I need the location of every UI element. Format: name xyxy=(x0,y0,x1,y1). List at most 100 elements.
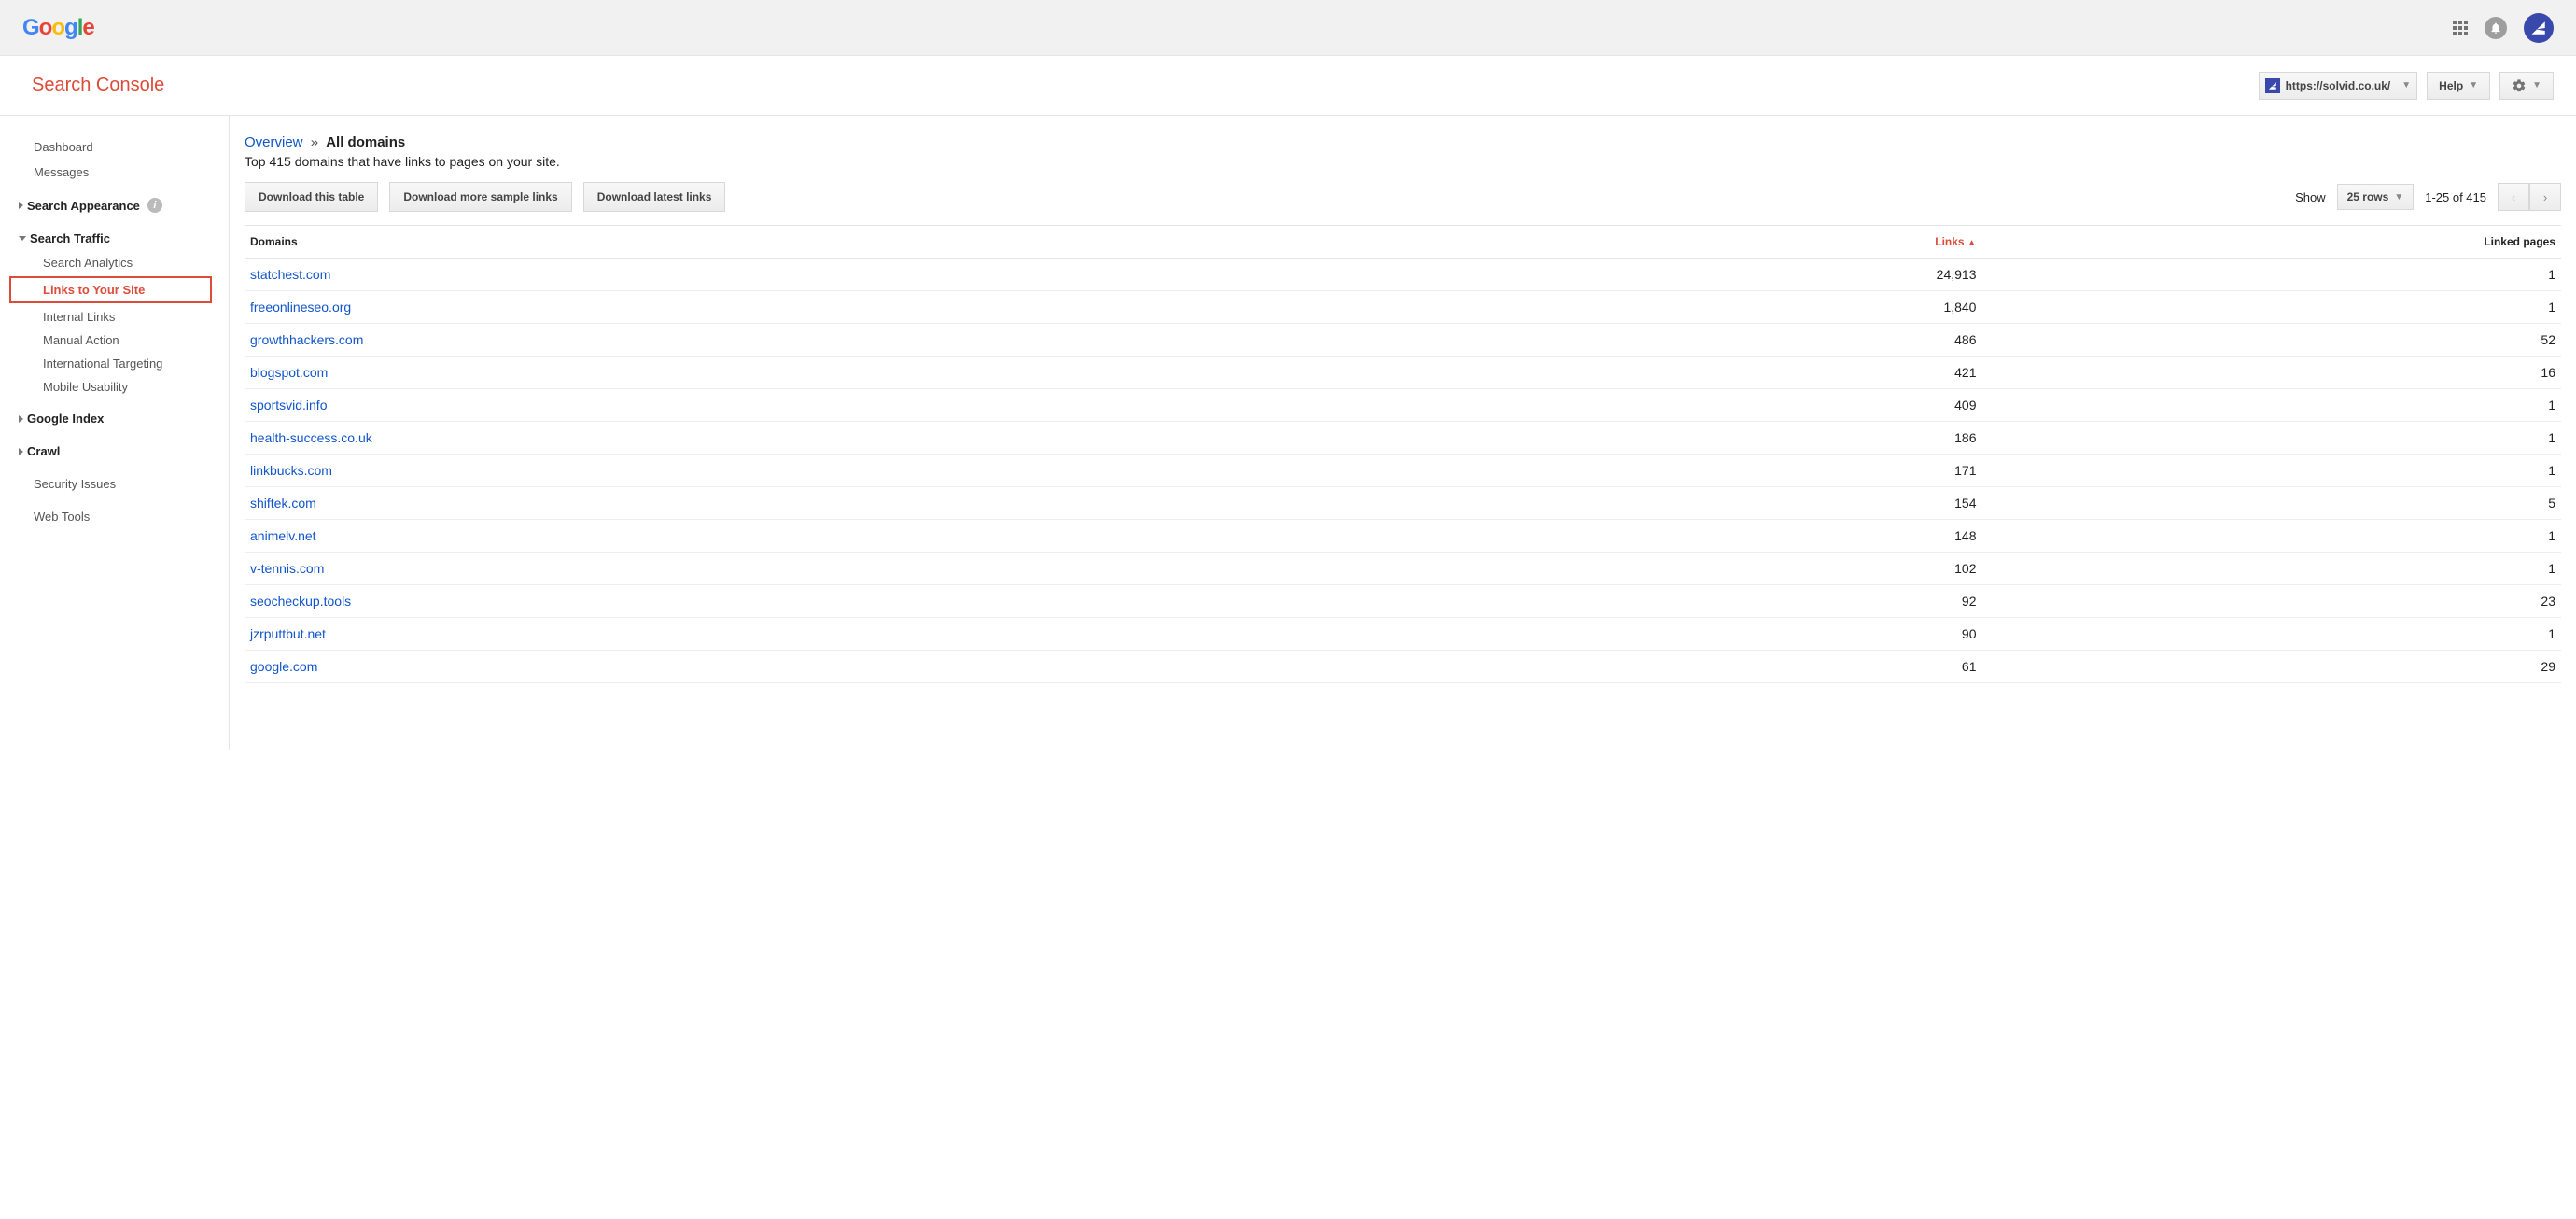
page-title: Search Console xyxy=(32,75,164,96)
settings-button[interactable]: ▼ xyxy=(2499,72,2554,100)
apps-grid-icon[interactable] xyxy=(2453,21,2468,35)
cell-links: 24,913 xyxy=(1519,259,1981,291)
breadcrumb: Overview » All domains xyxy=(245,134,2561,150)
col-header-domains[interactable]: Domains xyxy=(245,226,1519,259)
chevron-down-icon: ▼ xyxy=(2394,192,2403,203)
cell-pages: 1 xyxy=(1981,291,2561,324)
cell-domain: sportsvid.info xyxy=(245,389,1519,422)
domain-link[interactable]: statchest.com xyxy=(250,267,330,282)
site-favicon-icon xyxy=(2265,78,2280,93)
rows-value: 25 rows xyxy=(2347,190,2389,203)
avatar[interactable] xyxy=(2524,13,2554,43)
domain-link[interactable]: shiftek.com xyxy=(250,496,316,511)
chevron-left-icon: ‹ xyxy=(2512,190,2515,204)
rows-per-page-selector[interactable]: 25 rows ▼ xyxy=(2337,184,2415,210)
cell-links: 409 xyxy=(1519,389,1981,422)
domain-link[interactable]: freeonlineseo.org xyxy=(250,300,351,315)
sidebar-item-mobile-usability[interactable]: Mobile Usability xyxy=(0,375,229,399)
table-row: animelv.net 1481 xyxy=(245,520,2561,553)
cell-domain: freeonlineseo.org xyxy=(245,291,1519,324)
domain-link[interactable]: growthhackers.com xyxy=(250,332,363,347)
cell-pages: 1 xyxy=(1981,618,2561,651)
chevron-down-icon: ▼ xyxy=(2469,80,2478,91)
domain-link[interactable]: health-success.co.uk xyxy=(250,430,372,445)
cell-pages: 1 xyxy=(1981,455,2561,487)
sidebar-item-manual-action[interactable]: Manual Action xyxy=(0,329,229,352)
cell-pages: 1 xyxy=(1981,520,2561,553)
domain-link[interactable]: blogspot.com xyxy=(250,365,328,380)
sidebar-item-messages[interactable]: Messages xyxy=(0,160,229,185)
breadcrumb-current: All domains xyxy=(326,134,405,150)
sidebar-item-web-tools[interactable]: Web Tools xyxy=(0,504,229,529)
domain-link[interactable]: seocheckup.tools xyxy=(250,594,351,609)
domain-link[interactable]: sportsvid.info xyxy=(250,398,327,413)
table-row: growthhackers.com48652 xyxy=(245,324,2561,357)
cell-domain: linkbucks.com xyxy=(245,455,1519,487)
toolbar: Download this table Download more sample… xyxy=(245,182,2561,212)
table-header-row: Domains Links▲ Linked pages xyxy=(245,226,2561,259)
table-row: linkbucks.com1711 xyxy=(245,455,2561,487)
page-subtitle: Top 415 domains that have links to pages… xyxy=(245,154,2561,169)
cell-pages: 29 xyxy=(1981,651,2561,683)
cell-links: 90 xyxy=(1519,618,1981,651)
notifications-bell-icon[interactable] xyxy=(2485,17,2507,39)
domain-link[interactable]: google.com xyxy=(250,659,317,674)
sidebar-item-search-analytics[interactable]: Search Analytics xyxy=(0,251,229,274)
sidebar-label: Search Traffic xyxy=(30,231,110,245)
cell-domain: blogspot.com xyxy=(245,357,1519,389)
sidebar-group-crawl[interactable]: Crawl xyxy=(0,439,229,464)
sidebar-item-internal-links[interactable]: Internal Links xyxy=(0,305,229,329)
cell-pages: 23 xyxy=(1981,585,2561,618)
download-table-button[interactable]: Download this table xyxy=(245,182,378,212)
domain-link[interactable]: linkbucks.com xyxy=(250,463,332,478)
breadcrumb-separator: » xyxy=(311,134,318,150)
col-header-pages[interactable]: Linked pages xyxy=(1981,226,2561,259)
domain-link[interactable]: v-tennis.com xyxy=(250,561,324,576)
main-content: Overview » All domains Top 415 domains t… xyxy=(230,116,2576,750)
table-row: freeonlineseo.org1,8401 xyxy=(245,291,2561,324)
download-buttons: Download this table Download more sample… xyxy=(245,182,725,212)
breadcrumb-overview-link[interactable]: Overview xyxy=(245,134,303,150)
cell-links: 148 xyxy=(1519,520,1981,553)
domain-link[interactable]: animelv.net xyxy=(250,528,316,543)
chevron-right-icon: › xyxy=(2543,190,2547,204)
domain-link[interactable]: jzrputtbut.net xyxy=(250,626,326,641)
table-row: v-tennis.com1021 xyxy=(245,553,2561,585)
download-latest-button[interactable]: Download latest links xyxy=(583,182,726,212)
cell-domain: v-tennis.com xyxy=(245,553,1519,585)
table-row: jzrputtbut.net 901 xyxy=(245,618,2561,651)
download-more-sample-button[interactable]: Download more sample links xyxy=(389,182,571,212)
col-header-links[interactable]: Links▲ xyxy=(1519,226,1981,259)
next-page-button[interactable]: › xyxy=(2529,183,2561,211)
caret-right-icon xyxy=(19,448,23,455)
cell-pages: 5 xyxy=(1981,487,2561,520)
help-button[interactable]: Help ▼ xyxy=(2427,72,2490,100)
page-range: 1-25 of 415 xyxy=(2425,190,2486,204)
sidebar-item-dashboard[interactable]: Dashboard xyxy=(0,134,229,160)
sidebar-item-links-to-your-site[interactable]: Links to Your Site xyxy=(9,276,212,303)
chevron-down-icon: ▼ xyxy=(2401,80,2411,91)
info-icon[interactable]: i xyxy=(147,198,162,213)
sidebar-group-search-traffic[interactable]: Search Traffic xyxy=(0,226,229,251)
cell-links: 61 xyxy=(1519,651,1981,683)
cell-domain: statchest.com xyxy=(245,259,1519,291)
cell-domain: health-success.co.uk xyxy=(245,422,1519,455)
sidebar-item-security-issues[interactable]: Security Issues xyxy=(0,471,229,497)
sidebar-label: Google Index xyxy=(27,412,104,426)
sidebar-label: Search Appearance xyxy=(27,199,140,213)
caret-right-icon xyxy=(19,202,23,209)
cell-pages: 1 xyxy=(1981,389,2561,422)
google-logo[interactable]: Google xyxy=(22,15,94,41)
prev-page-button[interactable]: ‹ xyxy=(2498,183,2529,211)
subheader: Search Console https://solvid.co.uk/ ▼ H… xyxy=(0,56,2576,116)
sidebar-group-google-index[interactable]: Google Index xyxy=(0,406,229,431)
property-url: https://solvid.co.uk/ xyxy=(2286,79,2391,92)
sidebar-item-international-targeting[interactable]: International Targeting xyxy=(0,352,229,375)
table-row: health-success.co.uk1861 xyxy=(245,422,2561,455)
cell-links: 421 xyxy=(1519,357,1981,389)
sidebar-group-search-appearance[interactable]: Search Appearance i xyxy=(0,192,229,218)
cell-domain: shiftek.com xyxy=(245,487,1519,520)
property-selector[interactable]: https://solvid.co.uk/ ▼ xyxy=(2259,72,2418,100)
sidebar-label: Crawl xyxy=(27,444,60,458)
pagination-controls: Show 25 rows ▼ 1-25 of 415 ‹ › xyxy=(2295,183,2561,211)
